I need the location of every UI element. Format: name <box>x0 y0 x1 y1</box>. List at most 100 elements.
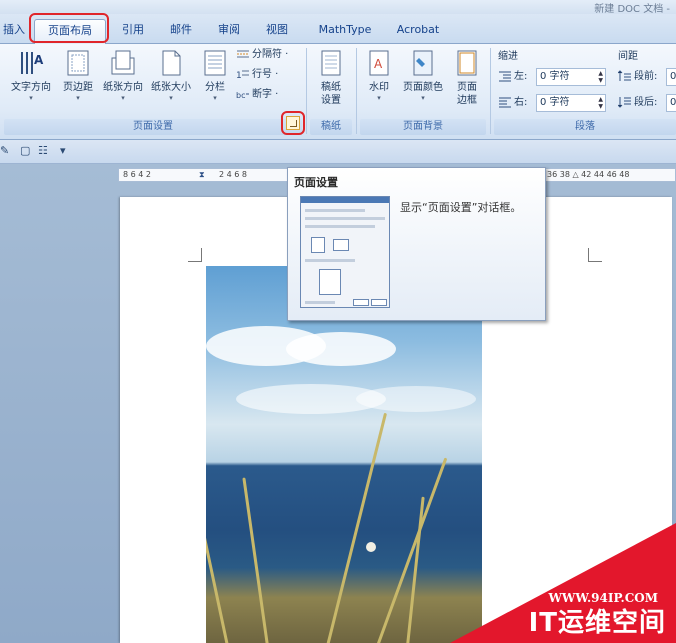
text-direction-label: 文字方向 <box>11 82 51 93</box>
grass-stalk <box>406 496 425 643</box>
table-icon[interactable]: ☷ <box>38 144 48 157</box>
ruler-ticks-left: 8 6 4 2 <box>123 170 151 179</box>
draft-paper-icon <box>318 48 344 78</box>
group-separator <box>306 48 307 134</box>
margins-button[interactable]: 页边距 ▾ <box>58 48 98 102</box>
draft-paper-label-2: 设置 <box>321 95 341 106</box>
columns-label: 分栏 <box>205 82 225 93</box>
line-numbers-icon: 1 <box>236 68 250 81</box>
grass-stalk <box>242 477 269 643</box>
spacing-after-value: 0 <box>670 97 676 108</box>
spacing-after-field[interactable]: 0 <box>666 94 676 112</box>
spacing-before: 段前: <box>617 68 657 86</box>
edit-icon[interactable]: ✎ <box>0 144 9 157</box>
chevron-down-icon: ▾ <box>421 94 425 102</box>
columns-icon <box>202 48 228 78</box>
spacing-after-icon <box>617 96 632 108</box>
page-borders-label-2: 边框 <box>457 95 477 106</box>
buoy-shape <box>366 542 376 552</box>
page-color-label: 页面颜色 <box>403 82 443 93</box>
svg-text:A: A <box>374 57 383 71</box>
hyphenation-label: 断字 · <box>252 89 279 100</box>
spacing-after-label: 段后: <box>634 97 658 108</box>
indent-right-field[interactable]: 0 字符 ▲ ▼ <box>536 94 606 112</box>
page-color-button[interactable]: 页面颜色 ▾ <box>398 48 448 102</box>
svg-text:1: 1 <box>236 71 242 80</box>
orientation-icon <box>110 48 136 78</box>
indent-left-icon <box>498 70 512 82</box>
page-setup-tooltip: 页面设置 显示“页面设置”对话框。 <box>287 167 546 321</box>
page-size-button[interactable]: 纸张大小 ▾ <box>148 48 194 102</box>
tab-insert[interactable]: 插入 <box>2 20 26 40</box>
watermark-label: 水印 <box>369 82 389 93</box>
tab-mailings[interactable]: 邮件 <box>166 20 196 40</box>
tooltip-description: 显示“页面设置”对话框。 <box>400 201 522 214</box>
tab-references[interactable]: 引用 <box>118 20 148 40</box>
chevron-down-icon: ▾ <box>121 94 125 102</box>
spacing-before-value: 0 <box>670 71 676 82</box>
indent-right-label: 右: <box>514 97 528 108</box>
customize-toolbar-icon[interactable]: ▾ <box>60 144 66 157</box>
ruler-ticks-far: 36 38 △ 42 44 46 48 <box>547 170 630 179</box>
window-title: 新建 DOC 文档 - <box>594 4 670 15</box>
margin-corner-mark <box>588 248 602 262</box>
page-borders-button[interactable]: 页面 边框 <box>452 48 482 107</box>
svg-text:bc: bc <box>236 91 245 100</box>
indent-left-label: 左: <box>514 71 528 82</box>
orientation-label: 纸张方向 <box>103 82 143 93</box>
margins-icon <box>65 48 91 78</box>
document-image[interactable] <box>206 266 482 643</box>
hyphenation-icon: bc <box>236 88 250 100</box>
dialog-preview-icon <box>300 196 390 308</box>
group-label-paragraph: 段落 <box>494 119 676 135</box>
title-bar: 新建 DOC 文档 - <box>0 0 676 15</box>
group-label-page-setup: 页面设置 <box>4 119 302 135</box>
cloud-shape <box>356 386 476 412</box>
ruler-ticks-right: 2 4 6 8 <box>219 170 247 179</box>
ribbon: A 文字方向 ▾ 页边距 ▾ 纸张方向 ▾ 纸张大小 ▾ 分栏 ▾ 分隔符 · … <box>0 44 676 140</box>
indent-marker-icon[interactable]: ⧗ <box>199 169 205 181</box>
text-direction-icon: A <box>18 48 44 78</box>
chevron-down-icon: ▾ <box>169 94 173 102</box>
tab-acrobat[interactable]: Acrobat <box>392 20 444 40</box>
tab-mathtype[interactable]: MathType <box>312 20 378 40</box>
new-document-icon[interactable]: ▢ <box>20 144 30 157</box>
indent-left-field[interactable]: 0 字符 ▲ ▼ <box>536 68 606 86</box>
tab-review[interactable]: 审阅 <box>214 20 244 40</box>
breaks-icon <box>236 48 250 60</box>
spacing-before-field[interactable]: 0 <box>666 68 676 86</box>
grass-stalk <box>206 528 229 643</box>
columns-button[interactable]: 分栏 ▾ <box>200 48 230 102</box>
tooltip-title: 页面设置 <box>294 176 338 189</box>
breaks-button[interactable]: 分隔符 · <box>236 46 288 64</box>
highlight-dialog-launcher <box>281 111 305 135</box>
spinner-arrows-icon[interactable]: ▲ ▼ <box>598 70 603 84</box>
group-label-page-background: 页面背景 <box>360 119 486 135</box>
indent-left: 左: <box>498 68 527 86</box>
margins-label: 页边距 <box>63 82 93 93</box>
group-separator <box>356 48 357 134</box>
page-borders-icon <box>454 48 480 78</box>
draft-paper-settings-button[interactable]: 稿纸 设置 <box>312 48 350 107</box>
orientation-button[interactable]: 纸张方向 ▾ <box>100 48 146 102</box>
page-color-icon <box>410 48 436 78</box>
watermark-button[interactable]: A 水印 ▾ <box>362 48 396 102</box>
page-borders-label: 页面 <box>457 82 477 93</box>
hyphenation-button[interactable]: bc 断字 · <box>236 86 278 104</box>
grass-stalk <box>326 412 388 643</box>
text-direction-button[interactable]: A 文字方向 ▾ <box>8 48 54 102</box>
spacing-before-icon <box>617 70 632 82</box>
spacing-after: 段后: <box>617 94 658 112</box>
chevron-down-icon: ▾ <box>29 94 33 102</box>
chevron-down-icon: ▾ <box>76 94 80 102</box>
spinner-arrows-icon[interactable]: ▲ ▼ <box>598 96 603 110</box>
chevron-down-icon: ▾ <box>377 94 381 102</box>
indent-right: 右: <box>498 94 527 112</box>
draft-paper-label: 稿纸 <box>321 82 341 93</box>
page-size-label: 纸张大小 <box>151 82 191 93</box>
line-numbers-button[interactable]: 1 行号 · <box>236 66 278 84</box>
tab-view[interactable]: 视图 <box>262 20 292 40</box>
svg-text:A: A <box>34 53 44 67</box>
margin-corner-mark <box>188 248 202 262</box>
highlight-page-layout-tab <box>29 13 109 43</box>
